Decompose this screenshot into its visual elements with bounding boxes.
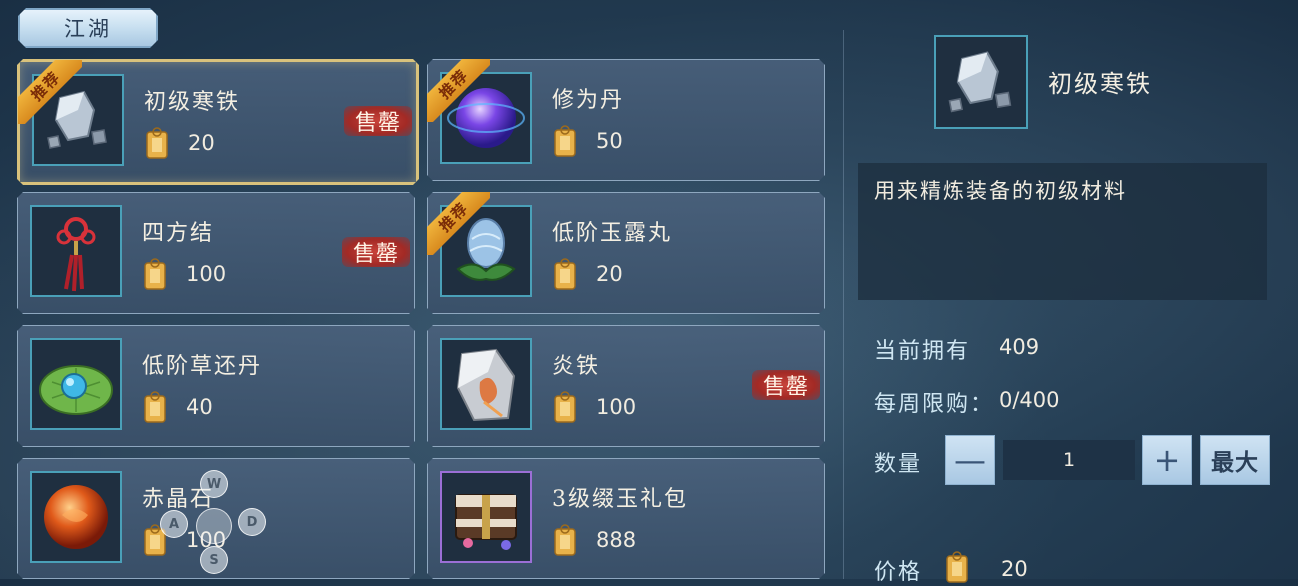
quantity-input[interactable]: 1 <box>1003 440 1135 480</box>
shop-item-card[interactable]: 四方结 100 售罄 <box>17 192 415 314</box>
item-price: 100 <box>142 257 226 291</box>
item-price: 20 <box>552 257 623 291</box>
dpad-up-key[interactable]: W <box>200 470 228 498</box>
owned-value: 409 <box>999 335 1040 359</box>
item-price: 20 <box>144 126 215 160</box>
currency-token-icon <box>552 257 578 291</box>
item-name: 低阶草还丹 <box>142 354 263 379</box>
shop-item-card[interactable]: 推荐 初级寒铁 20 售罄 <box>17 59 419 185</box>
item-price: 40 <box>142 390 213 424</box>
shop-item-card[interactable]: 低阶草还丹 40 <box>17 325 415 447</box>
weekly-limit-value: 0/400 <box>999 388 1060 412</box>
item-price: 50 <box>552 124 623 158</box>
dpad-right-key[interactable]: D <box>238 508 266 536</box>
currency-token-icon <box>144 126 170 160</box>
detail-title: 初级寒铁 <box>1048 70 1152 98</box>
weekly-limit-label: 每周限购： <box>874 392 995 417</box>
quantity-increment-button[interactable]: + <box>1142 435 1192 485</box>
recommend-ribbon: 推荐 <box>18 60 82 124</box>
recommend-ribbon: 推荐 <box>426 191 490 255</box>
red-crystal-icon <box>34 475 118 559</box>
currency-token-icon <box>552 390 578 424</box>
item-icon-frame <box>440 338 532 430</box>
shop-item-card[interactable]: 炎铁 100 售罄 <box>427 325 825 447</box>
soldout-badge: 售罄 <box>752 370 820 400</box>
item-name: 初级寒铁 <box>144 90 241 115</box>
tab-jianghu[interactable]: 江湖 <box>18 8 158 48</box>
item-name: 3级缀玉礼包 <box>552 487 688 512</box>
item-name: 低阶玉露丸 <box>552 221 673 246</box>
panel-divider <box>843 30 844 579</box>
item-name: 炎铁 <box>552 354 601 379</box>
item-icon-frame <box>30 205 122 297</box>
flame-iron-icon <box>444 342 528 426</box>
owned-label: 当前拥有 <box>874 339 971 364</box>
item-price: 100 <box>552 390 636 424</box>
virtual-dpad[interactable]: W A D S <box>158 470 268 580</box>
soldout-badge: 售罄 <box>344 106 412 136</box>
soldout-badge: 售罄 <box>342 237 410 267</box>
quantity-label: 数量 <box>874 452 923 477</box>
item-name: 修为丹 <box>552 88 625 113</box>
red-knot-icon <box>36 209 116 293</box>
quantity-decrement-button[interactable]: — <box>945 435 995 485</box>
item-price: 888 <box>552 523 636 557</box>
item-name: 四方结 <box>142 221 215 246</box>
gift-chest-icon <box>444 475 528 559</box>
currency-token-icon <box>142 257 168 291</box>
price-label: 价格 <box>874 560 923 585</box>
price-value: 20 <box>1001 557 1028 581</box>
currency-token-icon <box>552 523 578 557</box>
detail-item-icon-frame <box>934 35 1028 129</box>
dpad-down-key[interactable]: S <box>200 546 228 574</box>
currency-token-icon <box>552 124 578 158</box>
item-icon-frame <box>30 338 122 430</box>
shop-item-card[interactable]: 推荐 低阶玉露丸 20 <box>427 192 825 314</box>
recommend-ribbon: 推荐 <box>426 58 490 122</box>
iron-ore-icon <box>948 51 1012 113</box>
herb-pill-icon <box>34 342 118 426</box>
shop-item-card[interactable]: 3级缀玉礼包 888 <box>427 458 825 579</box>
dpad-left-key[interactable]: A <box>160 510 188 538</box>
max-quantity-button[interactable]: 最大 <box>1200 435 1270 485</box>
item-description: 用来精炼装备的初级材料 <box>858 163 1267 300</box>
dpad-center <box>196 508 232 544</box>
shop-item-card[interactable]: 推荐 修为丹 50 <box>427 59 825 181</box>
item-icon-frame <box>30 471 122 563</box>
item-icon-frame <box>440 471 532 563</box>
currency-token-icon <box>142 390 168 424</box>
